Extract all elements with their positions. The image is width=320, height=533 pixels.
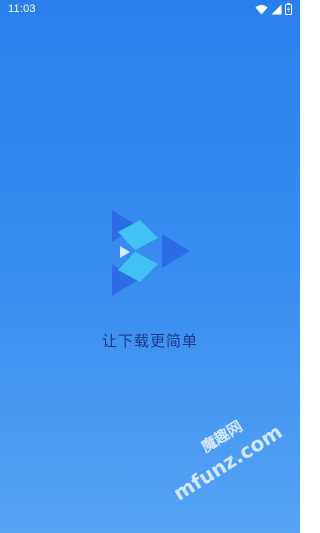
battery-icon xyxy=(285,3,292,15)
status-bar: 11:03 xyxy=(0,0,300,20)
signal-icon xyxy=(271,4,282,15)
wifi-icon xyxy=(255,4,268,15)
splash-screen: 11:03 让下载更简单 魔趣网 mfunz.com xyxy=(0,0,300,533)
download-logo-icon xyxy=(108,208,192,298)
splash-tagline: 让下载更简单 xyxy=(101,332,198,350)
site-watermark: 魔趣网 mfunz.com xyxy=(149,384,300,533)
status-icons xyxy=(255,3,292,15)
status-time: 11:03 xyxy=(8,3,36,15)
